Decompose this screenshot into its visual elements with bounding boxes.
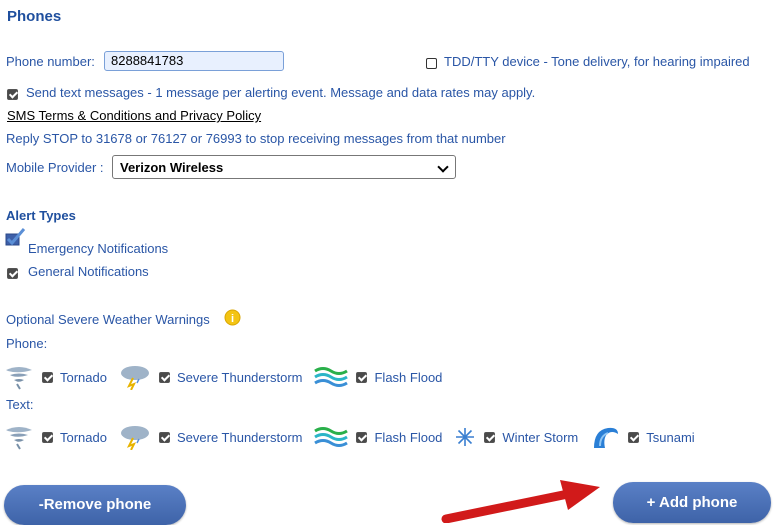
remove-phone-button[interactable]: -Remove phone — [4, 485, 186, 525]
checkmark-icon — [5, 228, 26, 246]
emergency-notifications-checkbox[interactable] — [4, 228, 26, 251]
general-notifications-label: General Notifications — [28, 264, 149, 279]
winter-storm-icon — [456, 428, 475, 446]
text-tsunami-checkbox[interactable] — [628, 431, 640, 443]
sms-consent-label: Send text messages - 1 message per alert… — [26, 85, 536, 100]
sms-consent-checkbox[interactable] — [7, 86, 18, 101]
text-tsunami-label: Tsunami — [646, 429, 695, 445]
chevron-down-icon — [437, 161, 449, 173]
alert-types-heading: Alert Types — [6, 208, 76, 223]
text-winter-storm-checkbox[interactable] — [484, 431, 496, 443]
tornado-icon — [6, 367, 32, 390]
mobile-provider-select[interactable]: Verizon Wireless — [112, 155, 456, 179]
text-tornado-label: Tornado — [60, 429, 107, 445]
text-winter-storm-label: Winter Storm — [502, 429, 579, 445]
general-notifications-checkbox[interactable] — [7, 265, 18, 280]
red-arrow-annotation — [441, 480, 600, 523]
phone-tornado-label: Tornado — [60, 369, 107, 385]
thunderstorm-icon — [120, 426, 149, 450]
phone-number-label: Phone number: — [6, 54, 95, 69]
mobile-provider-label: Mobile Provider : — [6, 160, 104, 175]
tdd-label: TDD/TTY device - Tone delivery, for hear… — [444, 54, 750, 69]
text-thunderstorm-checkbox[interactable] — [158, 431, 170, 443]
phone-number-input[interactable]: 8288841783 — [104, 51, 284, 71]
phone-weather-row: Tornado Severe Thunderstorm Flash Flood — [4, 364, 442, 390]
page-title: Phones — [7, 8, 62, 25]
text-flash-flood-label: Flash Flood — [374, 429, 443, 445]
tsunami-icon — [594, 427, 619, 448]
add-phone-button[interactable]: + Add phone — [613, 482, 771, 523]
text-tornado-checkbox[interactable] — [42, 431, 53, 443]
flash-flood-icon — [314, 427, 349, 447]
text-weather-row: Tornado Severe Thunderstorm Flash Flood … — [4, 424, 695, 450]
sms-terms-link[interactable]: SMS Terms & Conditions and Privacy Polic… — [7, 108, 261, 123]
weather-text-label: Text: — [6, 397, 34, 412]
emergency-notifications-label: Emergency Notifications — [28, 241, 169, 256]
thunderstorm-icon — [120, 366, 149, 390]
phone-tornado-checkbox[interactable] — [42, 371, 53, 383]
phone-flash-flood-checkbox[interactable] — [356, 371, 368, 383]
mobile-provider-value: Verizon Wireless — [120, 160, 224, 175]
sms-stop-text: Reply STOP to 31678 or 76127 or 76993 to… — [6, 131, 506, 146]
weather-phone-label: Phone: — [6, 336, 48, 351]
svg-text:i: i — [231, 313, 234, 325]
text-flash-flood-checkbox[interactable] — [356, 431, 368, 443]
phone-thunderstorm-label: Severe Thunderstorm — [176, 369, 303, 385]
phone-flash-flood-label: Flash Flood — [374, 369, 443, 385]
text-thunderstorm-label: Severe Thunderstorm — [176, 429, 303, 445]
phone-thunderstorm-checkbox[interactable] — [158, 371, 170, 383]
weather-heading: Optional Severe Weather Warnings — [6, 312, 210, 327]
flash-flood-icon — [314, 367, 349, 387]
tdd-checkbox[interactable] — [426, 55, 437, 70]
tornado-icon — [6, 427, 32, 450]
info-icon[interactable]: i — [224, 309, 241, 329]
